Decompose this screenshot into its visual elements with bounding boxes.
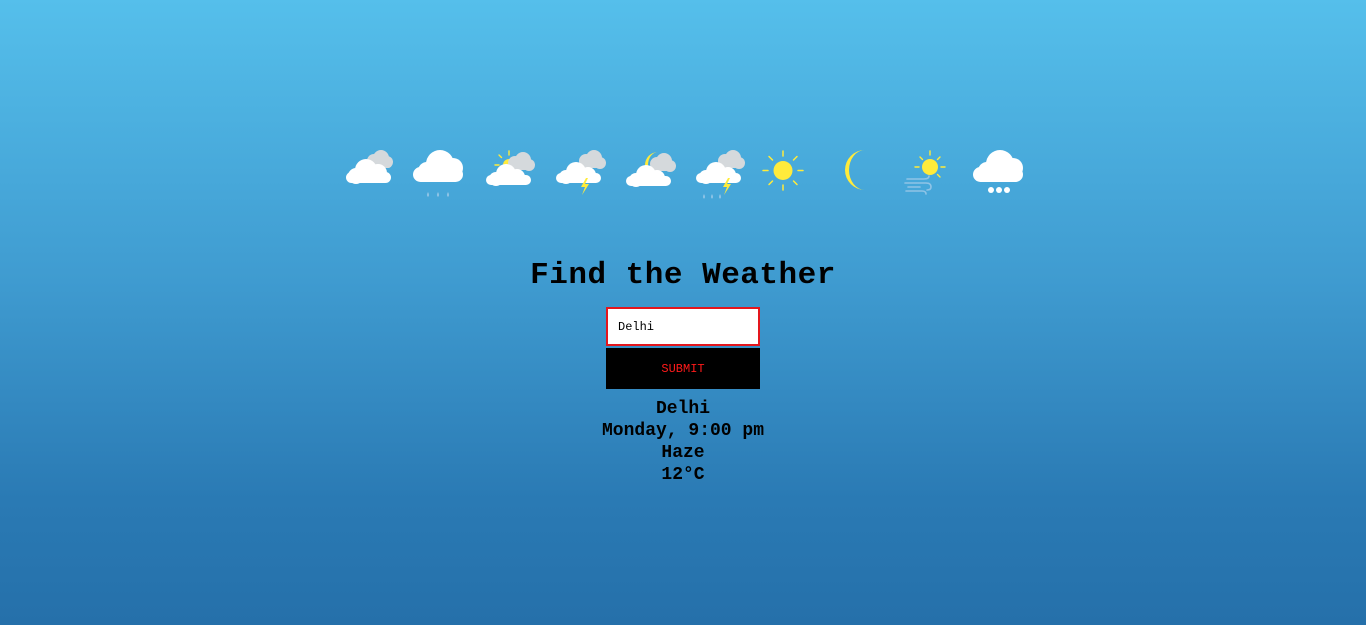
partly-sunny-icon	[482, 144, 542, 204]
moon-icon	[832, 144, 892, 204]
sun-icon	[762, 144, 822, 204]
city-search-input[interactable]	[606, 307, 760, 346]
result-datetime: Monday, 9:00 pm	[601, 421, 765, 441]
submit-button[interactable]: SUBMIT	[606, 348, 760, 389]
snow-icon	[972, 144, 1032, 204]
page-title: Find the Weather	[530, 258, 836, 293]
rain-icon	[412, 144, 472, 204]
result-temperature: 12°C	[661, 465, 705, 485]
thunder-rain-icon	[692, 144, 752, 204]
partly-cloudy-night-icon	[622, 144, 682, 204]
weather-icons-row	[342, 144, 1026, 204]
result-city: Delhi	[655, 399, 710, 419]
windy-sun-icon	[902, 144, 962, 204]
thunderstorm-icon	[552, 144, 612, 204]
cloudy-icon	[342, 144, 402, 204]
weather-result: Delhi Monday, 9:00 pm Haze 12°C	[0, 398, 1366, 486]
result-condition: Haze	[661, 443, 705, 463]
